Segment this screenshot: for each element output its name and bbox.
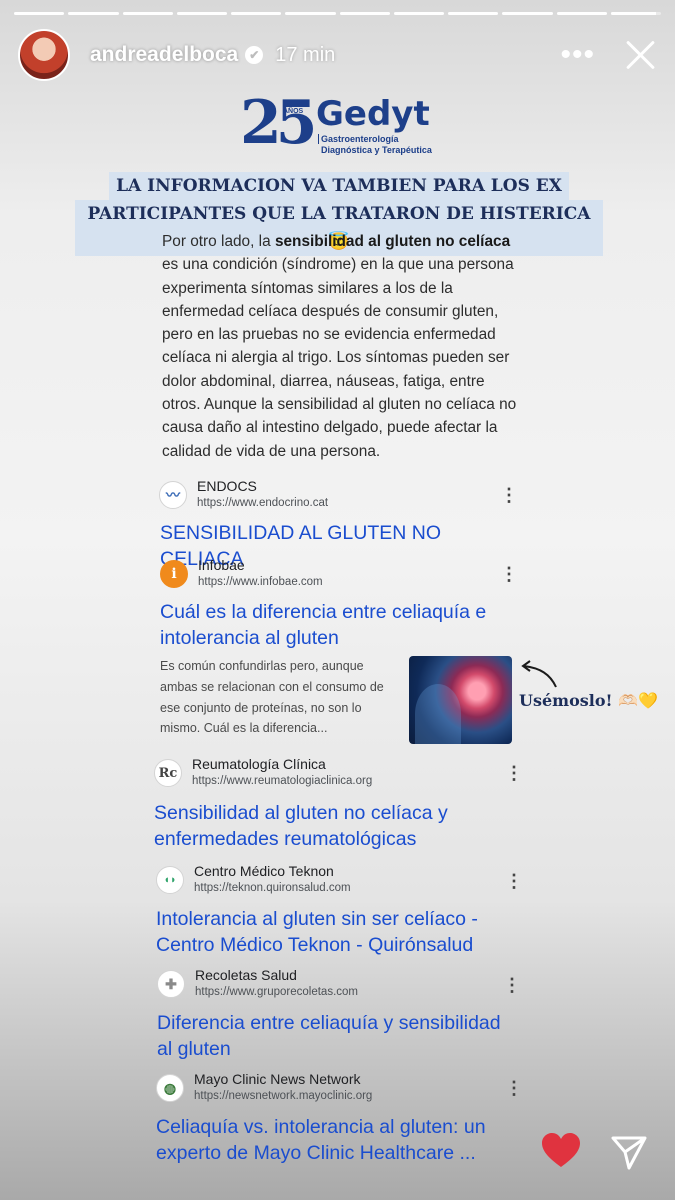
source-url: https://www.infobae.com bbox=[198, 576, 323, 588]
result-source[interactable]: ◍ Mayo Clinic News Network https://newsn… bbox=[156, 1071, 372, 1105]
progress-segment bbox=[14, 12, 65, 15]
result-menu-icon[interactable]: ⋮ bbox=[500, 565, 518, 583]
result-title-link[interactable]: Intolerancia al gluten sin ser celíaco -… bbox=[156, 906, 506, 958]
progress-segment bbox=[448, 12, 499, 15]
source-url: https://teknon.quironsalud.com bbox=[194, 882, 351, 894]
progress-segment bbox=[68, 12, 119, 15]
progress-segment bbox=[176, 12, 227, 15]
source-url: https://www.reumatologiaclinica.org bbox=[192, 775, 373, 787]
paragraph-bold: sensibilidad al gluten no celíaca bbox=[274, 233, 511, 250]
send-icon[interactable] bbox=[609, 1132, 649, 1172]
sticker-annotation: Usémoslo! 🫶🏻💛 bbox=[519, 691, 658, 710]
result-source[interactable]: Rc Reumatología Clínica https://www.reum… bbox=[154, 756, 372, 790]
source-name: Infobae bbox=[198, 557, 245, 573]
logo-anos: AÑOS bbox=[283, 108, 304, 115]
paragraph-intro: Por otro lado, la bbox=[162, 233, 275, 250]
more-options-icon[interactable]: ••• bbox=[560, 40, 595, 70]
username[interactable]: andreadelboca bbox=[90, 43, 238, 67]
result-menu-icon[interactable]: ⋮ bbox=[503, 976, 521, 994]
source-url: https://www.endocrino.cat bbox=[197, 497, 329, 509]
result-source[interactable]: i Infobae https://www.infobae.com bbox=[160, 557, 323, 591]
result-menu-icon[interactable]: ⋮ bbox=[505, 872, 523, 890]
avatar[interactable] bbox=[18, 29, 70, 81]
progress-segment bbox=[393, 12, 444, 15]
source-name: Mayo Clinic News Network bbox=[194, 1071, 361, 1087]
brain-thumbnail-image[interactable] bbox=[409, 656, 512, 744]
paragraph-rest: es una condición (síndrome) en la que un… bbox=[162, 256, 517, 460]
mayo-clinic-favicon-icon: ◍ bbox=[156, 1074, 184, 1102]
reumatologia-favicon-icon: Rc bbox=[154, 759, 182, 787]
endocs-favicon-icon: 〰 bbox=[159, 481, 187, 509]
result-menu-icon[interactable]: ⋮ bbox=[505, 1079, 523, 1097]
source-url: https://newsnetwork.mayoclinic.org bbox=[194, 1090, 373, 1102]
result-title-link[interactable]: Celiaquía vs. intolerancia al gluten: un… bbox=[156, 1114, 506, 1166]
progress-segment bbox=[285, 12, 336, 15]
logo-subtitle-2: Diagnóstica y Terapéutica bbox=[321, 145, 432, 155]
gedyt-logo: 25 AÑOS Gedyt Gastroenterología Diagnóst… bbox=[238, 88, 438, 160]
source-name: Recoletas Salud bbox=[195, 967, 297, 983]
infobae-favicon-icon: i bbox=[160, 560, 188, 588]
result-menu-icon[interactable]: ⋮ bbox=[500, 486, 518, 504]
story-progress-bar bbox=[14, 12, 661, 15]
curved-arrow-icon bbox=[521, 660, 557, 688]
post-time: 17 min bbox=[275, 43, 336, 66]
close-icon[interactable] bbox=[623, 38, 657, 72]
article-paragraph: Por otro lado, la sensibilidad al gluten… bbox=[162, 230, 524, 463]
story-viewer[interactable]: andreadelboca ✔ 17 min ••• 25 AÑOS Gedyt… bbox=[0, 0, 675, 1200]
source-name: Centro Médico Teknon bbox=[194, 863, 334, 879]
caption-line-1: LA INFORMACION VA TAMBIEN PARA LOS EX bbox=[109, 172, 569, 200]
source-name: Reumatología Clínica bbox=[192, 756, 326, 772]
logo-name: Gedyt bbox=[316, 94, 430, 134]
result-menu-icon[interactable]: ⋮ bbox=[505, 764, 523, 782]
recoletas-favicon-icon: ✚ bbox=[157, 970, 185, 998]
result-title-link[interactable]: Sensibilidad al gluten no celíaca y enfe… bbox=[154, 800, 504, 852]
teknon-favicon-icon: ◖◗ bbox=[156, 866, 184, 894]
result-title-link[interactable]: Diferencia entre celiaquía y sensibilida… bbox=[157, 1010, 517, 1062]
progress-segment bbox=[339, 12, 390, 15]
verified-badge-icon: ✔ bbox=[245, 46, 264, 64]
result-source[interactable]: ◖◗ Centro Médico Teknon https://teknon.q… bbox=[156, 863, 351, 897]
progress-segment bbox=[122, 12, 173, 15]
progress-segment bbox=[556, 12, 607, 15]
result-snippet: Es común confundirlas pero, aunque ambas… bbox=[160, 659, 384, 736]
annotation-text: Usémoslo! bbox=[519, 691, 613, 710]
result-source[interactable]: 〰 ENDOCS https://www.endocrino.cat bbox=[159, 478, 328, 512]
hands-heart-emoji-icon: 🫶🏻💛 bbox=[612, 691, 658, 710]
progress-segment-current bbox=[610, 12, 661, 15]
logo-anniversary-number: 25 bbox=[240, 88, 317, 158]
result-source[interactable]: ✚ Recoletas Salud https://www.gruporecol… bbox=[157, 967, 358, 1001]
progress-segment bbox=[502, 12, 553, 15]
progress-segment bbox=[231, 12, 282, 15]
source-name: ENDOCS bbox=[197, 478, 257, 494]
story-header: andreadelboca ✔ 17 min ••• bbox=[18, 28, 657, 82]
like-heart-icon[interactable] bbox=[541, 1131, 581, 1171]
result-title-link[interactable]: Cuál es la diferencia entre celiaquía e … bbox=[160, 599, 505, 651]
source-url: https://www.gruporecoletas.com bbox=[195, 986, 358, 998]
logo-subtitle-1: Gastroenterología bbox=[318, 134, 399, 144]
